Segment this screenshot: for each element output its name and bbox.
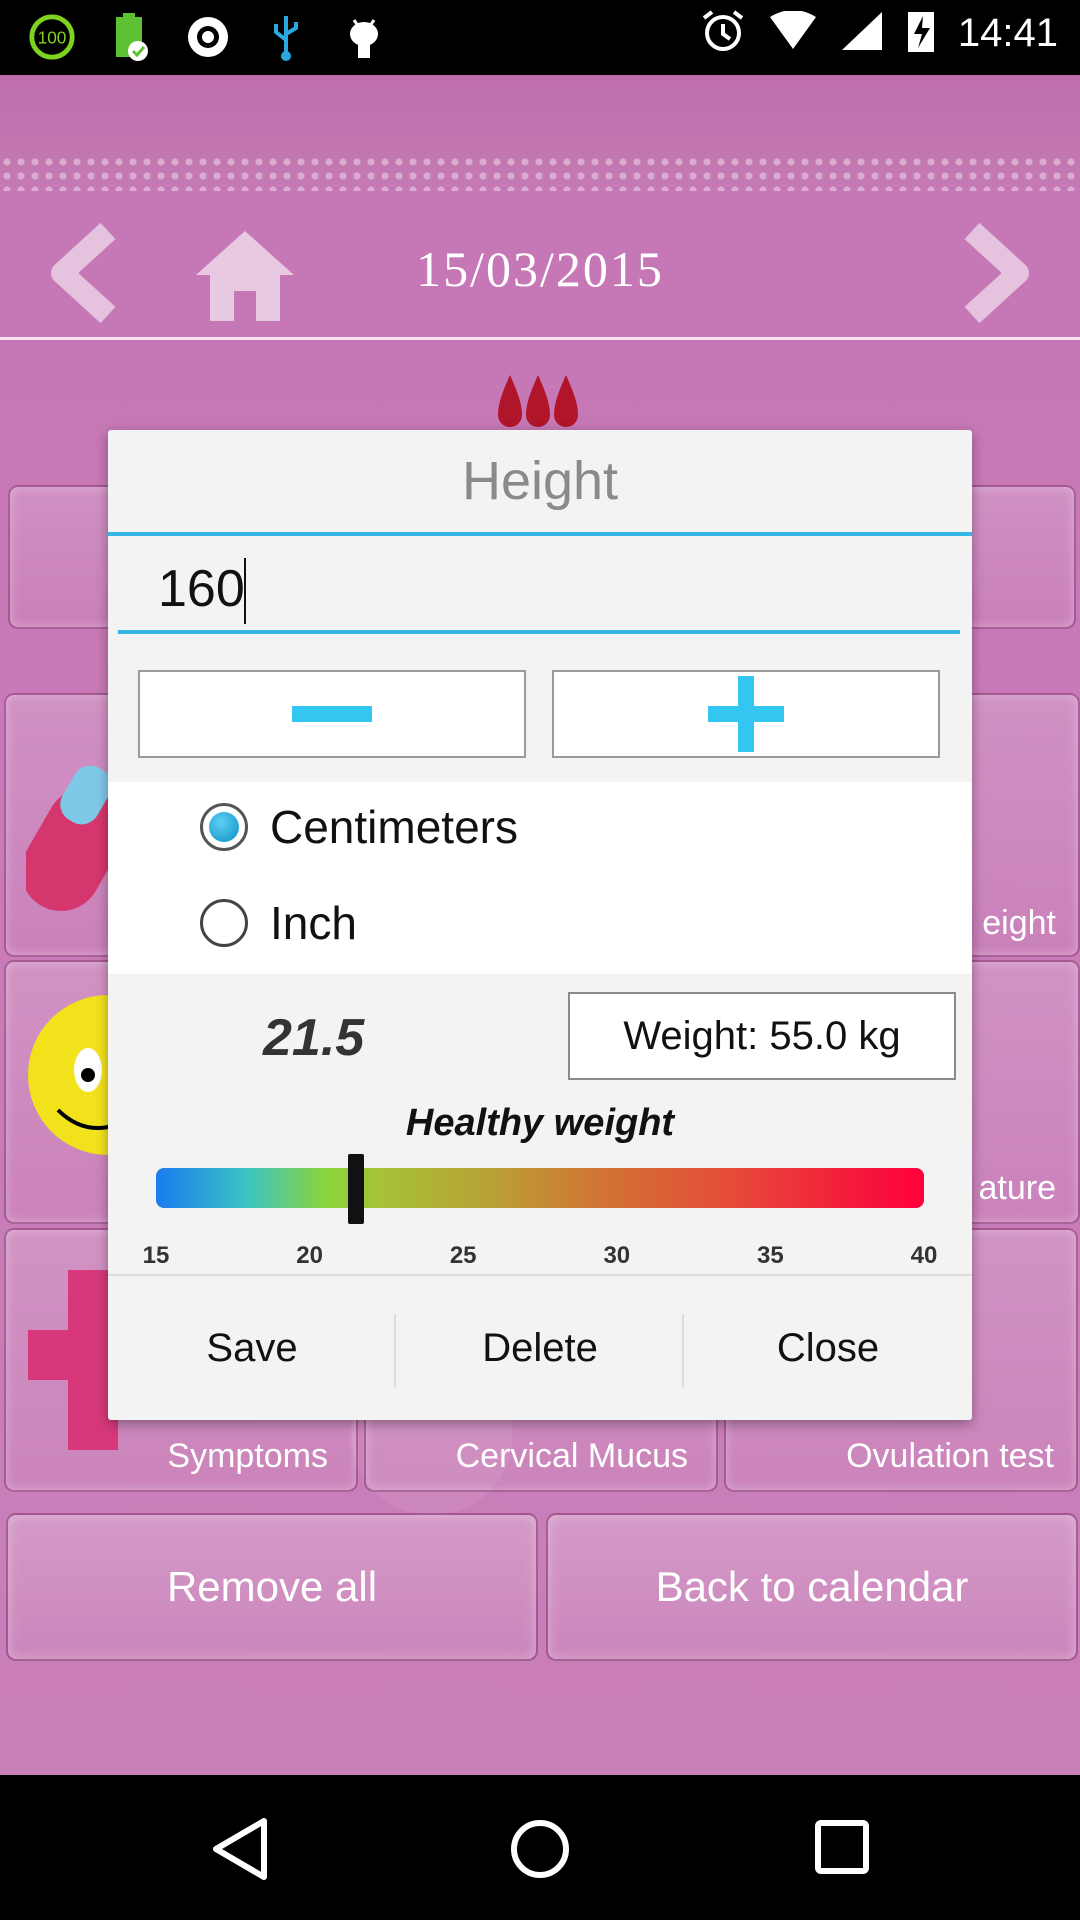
tile-weight-label: eight <box>982 904 1056 942</box>
bmi-marker <box>347 1154 364 1224</box>
wifi-icon <box>768 10 818 55</box>
radio-centimeters[interactable]: Centimeters <box>200 782 518 872</box>
scale-tick: 35 <box>757 1242 784 1269</box>
action-separator <box>682 1314 684 1388</box>
battery-charging-icon <box>106 12 154 62</box>
radio-inch[interactable]: Inch <box>200 878 357 968</box>
scale-tick: 40 <box>910 1242 938 1269</box>
weight-button[interactable]: Weight: 55.0 kg <box>568 992 956 1080</box>
status-bar: 100 14:41 <box>0 0 1080 75</box>
save-button[interactable]: Save <box>108 1276 396 1420</box>
delete-button[interactable]: Delete <box>396 1276 684 1420</box>
lace-border <box>0 155 1080 191</box>
scale-tick: 15 <box>142 1242 170 1269</box>
battery-percent-icon: 100 <box>28 12 76 62</box>
home-circle-icon[interactable] <box>508 1817 572 1885</box>
scale-tick: 20 <box>296 1242 323 1269</box>
signal-icon <box>840 10 884 56</box>
height-dialog: Height Centimeters Inch 21.5 Weight: 55.… <box>108 430 972 1420</box>
android-debug-icon <box>340 12 388 62</box>
tile-symptoms-label: Symptoms <box>167 1437 328 1475</box>
plus-icon <box>708 676 784 752</box>
clock: 14:41 <box>957 10 1058 55</box>
remove-all-button[interactable]: Remove all <box>6 1513 538 1661</box>
system-navigation-bar <box>0 1775 1080 1920</box>
scale-tick: 30 <box>603 1242 631 1269</box>
text-caret <box>244 558 246 624</box>
svg-text:100: 100 <box>38 28 67 48</box>
close-button[interactable]: Close <box>684 1276 972 1420</box>
increment-button[interactable] <box>552 670 940 758</box>
minus-icon <box>292 706 372 722</box>
tile-ovulation-test-label: Ovulation test <box>846 1437 1054 1475</box>
dialog-actions: Save Delete Close <box>108 1276 972 1420</box>
header-divider <box>0 337 1080 340</box>
radio-button-unchecked[interactable] <box>200 899 248 947</box>
dialog-title-divider <box>108 532 972 536</box>
radio-button-checked[interactable] <box>200 803 248 851</box>
bmi-scale-bar <box>156 1168 924 1208</box>
bmi-value: 21.5 <box>263 1009 365 1067</box>
alarm-icon <box>700 8 746 58</box>
usb-icon <box>262 12 310 62</box>
next-day-button[interactable] <box>952 222 1032 324</box>
scale-tick: 25 <box>449 1242 477 1269</box>
current-date: 15/03/2015 <box>416 241 664 297</box>
back-triangle-icon[interactable] <box>210 1817 270 1885</box>
tile-temperature-label: ature <box>978 1169 1057 1207</box>
chevron-right-icon <box>964 222 1029 324</box>
charging-icon <box>906 8 936 58</box>
radio-inch-label: Inch <box>270 897 357 949</box>
recents-square-icon[interactable] <box>812 1817 872 1881</box>
action-separator <box>394 1314 396 1388</box>
app-icon <box>184 12 232 62</box>
back-to-calendar-button[interactable]: Back to calendar <box>546 1513 1078 1661</box>
radio-centimeters-label: Centimeters <box>270 801 518 853</box>
unit-radio-group: Centimeters Inch <box>108 782 972 974</box>
decrement-button[interactable] <box>138 670 526 758</box>
dialog-title: Height <box>461 451 619 511</box>
bmi-status: Healthy weight <box>405 1102 675 1144</box>
tile-cervical-mucus-label: Cervical Mucus <box>455 1437 688 1475</box>
